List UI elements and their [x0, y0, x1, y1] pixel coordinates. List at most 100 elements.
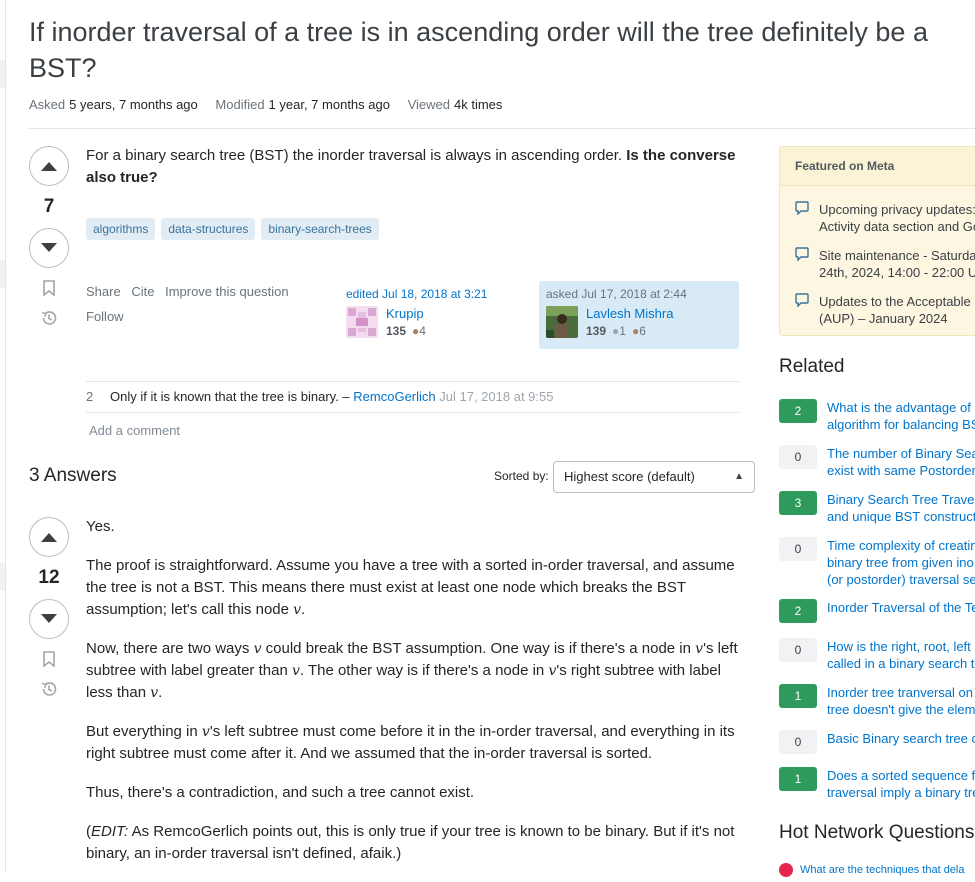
related-score: 2: [779, 399, 817, 423]
related-title[interactable]: Basic Binary search tree c: [827, 730, 975, 747]
answer-paragraph: Yes.: [86, 518, 115, 535]
add-comment-link[interactable]: Add a comment: [89, 423, 180, 438]
answer-upvote-button[interactable]: [29, 517, 69, 557]
site-icon: [779, 863, 793, 877]
answer-timeline-button[interactable]: [28, 680, 70, 698]
featured-item[interactable]: Upcoming privacy updates: Activity data …: [795, 201, 975, 235]
select-arrows-icon: ▲: [734, 471, 744, 482]
answer-paragraph: Thus, there's a contradiction, and such …: [86, 784, 475, 801]
related-title[interactable]: Inorder tree tranversal on tree doesn't …: [827, 684, 975, 718]
related-heading: Related: [779, 356, 845, 377]
answer-paragraph: Now, there are two ways v could break th…: [86, 640, 738, 701]
bookmark-icon: [43, 651, 55, 668]
sort-label: Sorted by:: [494, 469, 549, 483]
asked-date: asked Jul 17, 2018 at 2:44: [546, 287, 687, 301]
comment-score: 2: [86, 389, 94, 404]
comment-user[interactable]: RemcoGerlich: [353, 389, 435, 404]
answer-body: Yes. The proof is straightforward. Assum…: [86, 516, 746, 882]
post-actions: Share Cite Improve this question: [86, 284, 296, 299]
tag-data-structures[interactable]: data-structures: [161, 218, 256, 240]
history-icon: [41, 682, 57, 696]
related-score: 0: [779, 445, 817, 469]
question-title[interactable]: If inorder traversal of a tree is in asc…: [29, 14, 969, 86]
answer-paragraph: (EDIT: As RemcoGerlich points out, this …: [86, 823, 735, 862]
asker-name[interactable]: Lavlesh Mishra: [586, 306, 673, 321]
related-score: 0: [779, 638, 817, 662]
question-text: For a binary search tree (BST) the inord…: [86, 147, 623, 164]
editor-name[interactable]: Krupip: [386, 306, 426, 321]
answer-paragraph: But everything in v's left subtree must …: [86, 723, 735, 762]
featured-item-text[interactable]: Updates to the Acceptable U (AUP) – Janu…: [819, 293, 975, 327]
asker-bronze-count: 6: [639, 324, 646, 338]
math-variable: v: [695, 641, 704, 657]
question-score: 7: [43, 196, 55, 217]
answer-score: 12: [38, 567, 60, 588]
featured-item-text[interactable]: Upcoming privacy updates: Activity data …: [819, 201, 975, 235]
editor-reputation: 135: [386, 324, 407, 338]
question-vote-column: 7: [28, 146, 70, 327]
related-title[interactable]: Time complexity of creatin binary tree f…: [827, 537, 975, 588]
rail-marker: [0, 260, 5, 288]
comment-date[interactable]: Jul 17, 2018 at 9:55: [439, 389, 553, 404]
math-variable: v: [291, 663, 300, 679]
hot-network-item[interactable]: What are the techniques that dela: [779, 863, 965, 877]
viewed-label: Viewed: [407, 97, 450, 112]
follow-link[interactable]: Follow: [86, 309, 124, 324]
related-title[interactable]: What is the advantage of algorithm for b…: [827, 399, 975, 433]
comment-text: Only if it is known that the tree is bin…: [110, 389, 350, 404]
related-title[interactable]: The number of Binary Sea exist with same…: [827, 445, 975, 479]
sort-select[interactable]: Highest score (default) ▲: [553, 461, 755, 493]
math-variable: v: [253, 641, 262, 657]
speech-bubble-icon: [795, 201, 809, 219]
answer-downvote-button[interactable]: [29, 599, 69, 639]
math-variable: v: [150, 685, 159, 701]
asker-reputation: 139: [586, 324, 607, 338]
viewed-value: 4k times: [454, 97, 503, 112]
math-variable: v: [201, 724, 210, 740]
avatar[interactable]: [346, 306, 378, 338]
featured-item-text[interactable]: Site maintenance - Saturda 24th, 2024, 1…: [819, 247, 975, 281]
editor-card: edited Jul 18, 2018 at 3:21 Krupip 135 ●4: [346, 287, 526, 338]
arrow-up-icon: [41, 533, 57, 542]
tag-algorithms[interactable]: algorithms: [86, 218, 156, 240]
tag-list: algorithms data-structures binary-search…: [86, 218, 379, 240]
upvote-button[interactable]: [29, 146, 69, 186]
featured-title: Featured on Meta: [780, 147, 975, 186]
question-body: For a binary search tree (BST) the inord…: [86, 145, 746, 189]
title-divider: [29, 128, 975, 129]
arrow-down-icon: [41, 614, 57, 623]
featured-item[interactable]: Updates to the Acceptable U (AUP) – Janu…: [795, 293, 975, 327]
featured-on-meta: Featured on Meta Upcoming privacy update…: [779, 146, 975, 336]
left-rail: [0, 0, 6, 873]
share-link[interactable]: Share: [86, 284, 121, 299]
arrow-up-icon: [41, 162, 57, 171]
modified-value[interactable]: 1 year, 7 months ago: [269, 97, 390, 112]
related-title[interactable]: Does a sorted sequence f traversal imply…: [827, 767, 975, 801]
bookmark-button[interactable]: [28, 280, 70, 298]
avatar[interactable]: [546, 306, 578, 338]
answers-count-heading: 3 Answers: [29, 465, 117, 486]
speech-bubble-icon: [795, 247, 809, 265]
math-variable: v: [293, 602, 302, 618]
related-title[interactable]: Inorder Traversal of the Te: [827, 599, 975, 616]
answer-paragraph: The proof is straightforward. Assume you…: [86, 557, 735, 618]
related-title[interactable]: How is the right, root, left called in a…: [827, 638, 975, 672]
edited-link[interactable]: edited Jul 18, 2018 at 3:21: [346, 287, 487, 301]
answer-vote-column: 12: [28, 517, 70, 698]
improve-link[interactable]: Improve this question: [165, 284, 289, 299]
cite-link[interactable]: Cite: [131, 284, 154, 299]
related-score: 1: [779, 684, 817, 708]
related-score: 3: [779, 491, 817, 515]
downvote-button[interactable]: [29, 228, 69, 268]
question-meta: Asked 5 years, 7 months ago Modified 1 yea…: [29, 97, 516, 112]
related-title[interactable]: Binary Search Tree Trave and unique BST …: [827, 491, 975, 525]
related-score: 0: [779, 730, 817, 754]
tag-binary-search-trees[interactable]: binary-search-trees: [261, 218, 379, 240]
asker-silver-count: 1: [619, 324, 626, 338]
answer-bookmark-button[interactable]: [28, 651, 70, 669]
featured-item[interactable]: Site maintenance - Saturda 24th, 2024, 1…: [795, 247, 975, 281]
modified-label: Modified: [215, 97, 265, 112]
sort-select-value: Highest score (default): [564, 469, 695, 484]
timeline-button[interactable]: [28, 309, 70, 327]
related-score: 0: [779, 537, 817, 561]
